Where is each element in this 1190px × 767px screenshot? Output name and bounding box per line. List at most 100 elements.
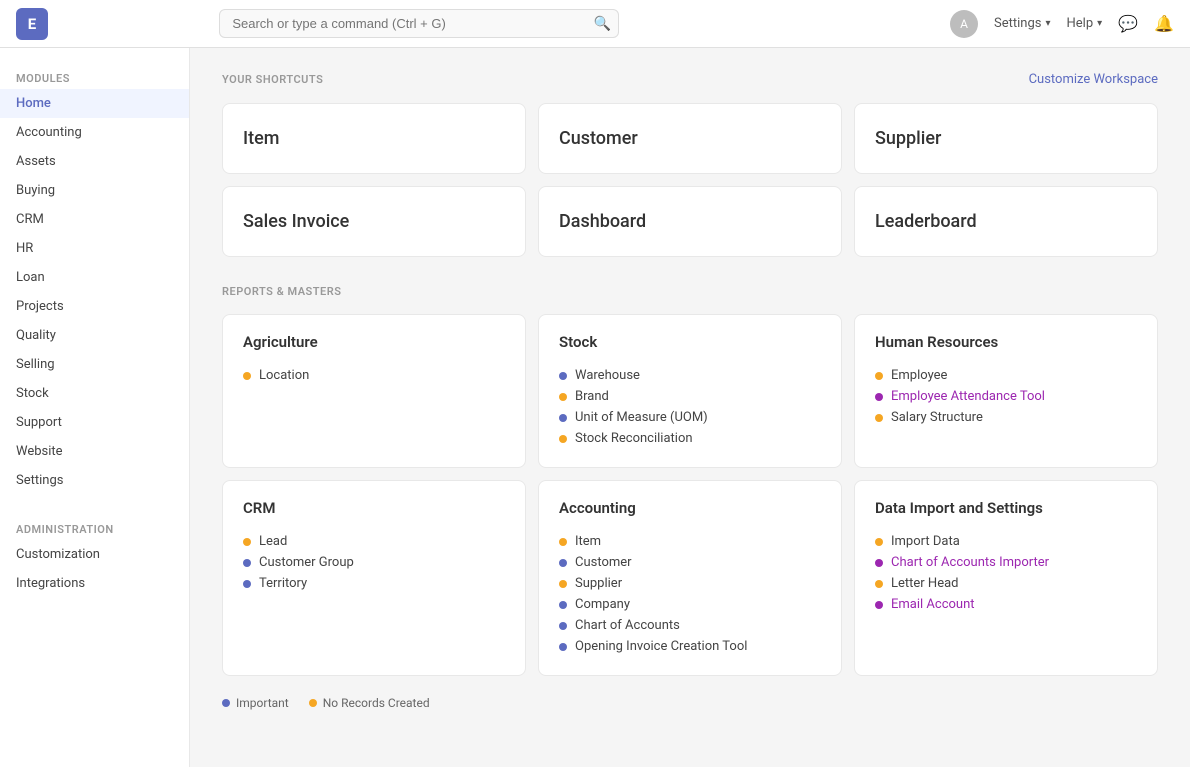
sidebar-item-assets[interactable]: Assets — [0, 147, 189, 176]
dot-icon — [875, 538, 883, 546]
sidebar-item-settings[interactable]: Settings — [0, 466, 189, 495]
notification-icon[interactable]: 🔔 — [1154, 14, 1174, 33]
report-item-label: Item — [575, 534, 601, 549]
report-item[interactable]: Opening Invoice Creation Tool — [559, 636, 821, 657]
report-item[interactable]: Company — [559, 594, 821, 615]
report-item[interactable]: Customer Group — [243, 552, 505, 573]
report-card-crm: CRM Lead Customer Group Territory — [222, 480, 526, 676]
customize-workspace-link[interactable]: Customize Workspace — [1029, 72, 1158, 87]
shortcuts-section-title: YOUR SHORTCUTS — [222, 73, 323, 86]
report-item[interactable]: Supplier — [559, 573, 821, 594]
legend: Important No Records Created — [222, 696, 1158, 710]
dot-icon — [875, 580, 883, 588]
report-card-human-resources: Human Resources Employee Employee Attend… — [854, 314, 1158, 468]
dot-icon — [875, 372, 883, 380]
sidebar-item-integrations[interactable]: Integrations — [0, 569, 189, 598]
settings-caret-icon: ▾ — [1045, 18, 1050, 29]
reports-section-title: REPORTS & MASTERS — [222, 285, 341, 298]
sidebar: MODULES Home Accounting Assets Buying CR… — [0, 48, 190, 767]
dot-icon — [559, 414, 567, 422]
report-item-label: Employee Attendance Tool — [891, 389, 1045, 404]
report-item-label: Opening Invoice Creation Tool — [575, 639, 747, 654]
report-item[interactable]: Salary Structure — [875, 407, 1137, 428]
report-item[interactable]: Warehouse — [559, 365, 821, 386]
sidebar-item-selling[interactable]: Selling — [0, 350, 189, 379]
shortcut-dashboard[interactable]: Dashboard — [538, 186, 842, 257]
report-item[interactable]: Item — [559, 531, 821, 552]
report-item[interactable]: Brand — [559, 386, 821, 407]
topnav: E 🔍 A Settings ▾ Help ▾ 💬 🔔 — [0, 0, 1190, 48]
report-item[interactable]: Stock Reconciliation — [559, 428, 821, 449]
report-item[interactable]: Chart of Accounts Importer — [875, 552, 1137, 573]
report-item[interactable]: Email Account — [875, 594, 1137, 615]
sidebar-item-loan[interactable]: Loan — [0, 263, 189, 292]
sidebar-item-projects[interactable]: Projects — [0, 292, 189, 321]
sidebar-item-crm[interactable]: CRM — [0, 205, 189, 234]
dot-icon — [559, 580, 567, 588]
report-item-label: Stock Reconciliation — [575, 431, 693, 446]
report-item[interactable]: Customer — [559, 552, 821, 573]
report-item[interactable]: Import Data — [875, 531, 1137, 552]
report-item[interactable]: Chart of Accounts — [559, 615, 821, 636]
dot-icon — [243, 372, 251, 380]
dot-icon — [559, 643, 567, 651]
report-item[interactable]: Letter Head — [875, 573, 1137, 594]
sidebar-item-home[interactable]: Home — [0, 89, 189, 118]
report-item[interactable]: Territory — [243, 573, 505, 594]
sidebar-item-stock[interactable]: Stock — [0, 379, 189, 408]
sidebar-item-buying[interactable]: Buying — [0, 176, 189, 205]
report-card-title: Agriculture — [243, 333, 505, 351]
dot-icon — [559, 601, 567, 609]
shortcut-leaderboard[interactable]: Leaderboard — [854, 186, 1158, 257]
report-item-label: Lead — [259, 534, 287, 549]
shortcut-customer[interactable]: Customer — [538, 103, 842, 174]
report-card-accounting: Accounting Item Customer Supplier Compan… — [538, 480, 842, 676]
report-item[interactable]: Employee Attendance Tool — [875, 386, 1137, 407]
app-icon[interactable]: E — [16, 8, 48, 40]
report-item-label: Employee — [891, 368, 947, 383]
legend-dot-no-records — [309, 699, 317, 707]
settings-button[interactable]: Settings ▾ — [994, 16, 1051, 31]
administration-label: ADMINISTRATION — [0, 515, 189, 540]
modules-label: MODULES — [0, 64, 189, 89]
sidebar-item-website[interactable]: Website — [0, 437, 189, 466]
dot-icon — [559, 372, 567, 380]
report-card-title: Stock — [559, 333, 821, 351]
dot-icon — [875, 559, 883, 567]
search-bar: 🔍 — [219, 9, 619, 38]
legend-dot-important — [222, 699, 230, 707]
dot-icon — [243, 580, 251, 588]
help-button[interactable]: Help ▾ — [1066, 16, 1102, 31]
report-card-title: Human Resources — [875, 333, 1137, 351]
dot-icon — [243, 559, 251, 567]
dot-icon — [559, 622, 567, 630]
sidebar-item-hr[interactable]: HR — [0, 234, 189, 263]
report-item-label: Customer — [575, 555, 632, 570]
report-item-label: Customer Group — [259, 555, 354, 570]
report-item[interactable]: Employee — [875, 365, 1137, 386]
shortcut-sales-invoice[interactable]: Sales Invoice — [222, 186, 526, 257]
dot-icon — [875, 414, 883, 422]
chat-icon[interactable]: 💬 — [1118, 14, 1138, 33]
search-input[interactable] — [219, 9, 619, 38]
sidebar-item-quality[interactable]: Quality — [0, 321, 189, 350]
report-item[interactable]: Lead — [243, 531, 505, 552]
report-item-label: Company — [575, 597, 630, 612]
help-caret-icon: ▾ — [1097, 18, 1102, 29]
shortcut-item[interactable]: Item — [222, 103, 526, 174]
dot-icon — [243, 538, 251, 546]
nav-right: A Settings ▾ Help ▾ 💬 🔔 — [950, 10, 1174, 38]
main-content: YOUR SHORTCUTS Customize Workspace Item … — [190, 48, 1190, 767]
sidebar-item-customization[interactable]: Customization — [0, 540, 189, 569]
report-item-label: Chart of Accounts Importer — [891, 555, 1049, 570]
report-card-stock: Stock Warehouse Brand Unit of Measure (U… — [538, 314, 842, 468]
report-item-label: Unit of Measure (UOM) — [575, 410, 708, 425]
shortcut-supplier[interactable]: Supplier — [854, 103, 1158, 174]
report-item[interactable]: Location — [243, 365, 505, 386]
sidebar-item-accounting[interactable]: Accounting — [0, 118, 189, 147]
report-item[interactable]: Unit of Measure (UOM) — [559, 407, 821, 428]
layout: MODULES Home Accounting Assets Buying CR… — [0, 48, 1190, 767]
search-icon: 🔍 — [594, 16, 611, 32]
sidebar-item-support[interactable]: Support — [0, 408, 189, 437]
report-item-label: Chart of Accounts — [575, 618, 680, 633]
